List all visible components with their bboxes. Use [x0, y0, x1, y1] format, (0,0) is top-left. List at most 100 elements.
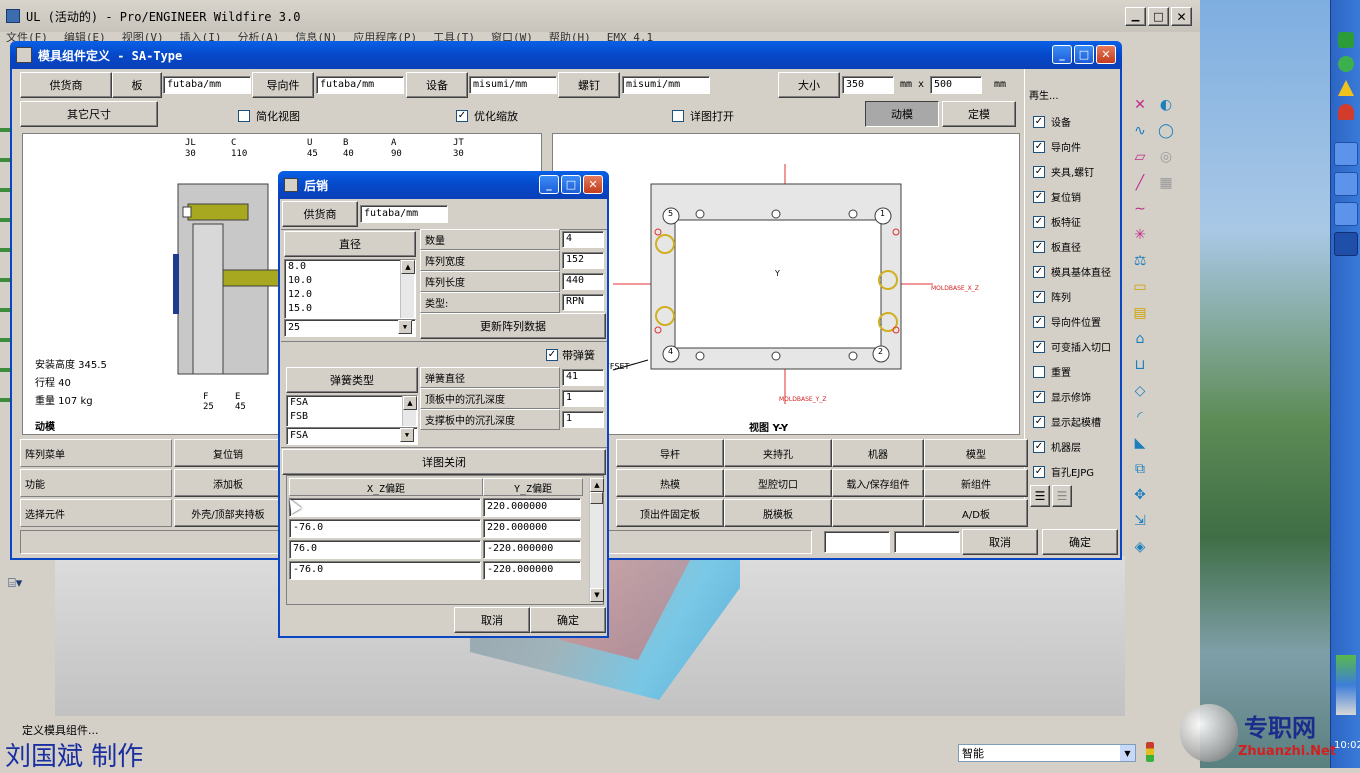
mold-cancel-button[interactable]: 取消	[962, 529, 1038, 555]
regen-item[interactable]: ✓ 盲孔EJPG	[1033, 459, 1111, 484]
size-button[interactable]: 大小	[778, 72, 840, 98]
checkbox-icon[interactable]: ✓	[1033, 190, 1045, 203]
list-item[interactable]: FSA	[287, 396, 417, 410]
detail-open-toggle[interactable]: 详图打开	[672, 108, 734, 124]
tray-icon-refresh[interactable]	[1338, 56, 1354, 72]
diameter-list[interactable]: 8.0 10.0 12.0 15.0	[284, 259, 416, 319]
menu-button[interactable]: 新组件	[924, 469, 1028, 497]
table-cell[interactable]: 76.0	[289, 540, 481, 559]
menu-button[interactable]: 脱模板	[724, 499, 832, 527]
close-button[interactable]: ✕	[1171, 7, 1192, 26]
menu-button[interactable]: 载入/保存组件	[832, 469, 924, 497]
mold-ok-button[interactable]: 确定	[1042, 529, 1118, 555]
regen-item[interactable]: ✓ 复位销	[1033, 184, 1111, 209]
tray-icon-mushroom[interactable]	[1338, 104, 1354, 120]
menu-button[interactable]: 导杆	[616, 439, 724, 467]
pin-cancel-button[interactable]: 取消	[454, 607, 530, 633]
scroll-up-icon[interactable]: ▲	[403, 396, 417, 410]
spring-type-select[interactable]: FSA ▼	[286, 427, 418, 445]
detail-close-button[interactable]: 详图关闭	[282, 449, 606, 475]
tray-icon-shield[interactable]	[1338, 32, 1354, 48]
size-width-field[interactable]: 350	[842, 76, 894, 94]
regen-item[interactable]: ✓ 模具基体直径	[1033, 259, 1111, 284]
pin-supplier-field[interactable]: futaba/mm	[360, 205, 448, 223]
menu-button[interactable]: 复位销	[174, 439, 282, 467]
equip-supplier-field[interactable]: misumi/mm	[469, 76, 557, 94]
filter-select[interactable]: 智能 ▼	[958, 744, 1136, 762]
grid-icon[interactable]: ▦	[1155, 174, 1177, 192]
revolve-icon[interactable]: ⌂	[1129, 330, 1151, 348]
update-array-button[interactable]: 更新阵列数据	[420, 313, 606, 339]
menu-button[interactable]: 模型	[924, 439, 1028, 467]
csys-icon[interactable]: ✳	[1129, 226, 1151, 244]
spline-icon[interactable]: ∼	[1129, 200, 1151, 218]
mirror-icon[interactable]: ⧉	[1129, 460, 1151, 478]
size-height-field[interactable]: 500	[930, 76, 982, 94]
minimize-button[interactable]: _	[539, 175, 559, 194]
spring-type-button[interactable]: 弹簧类型	[286, 367, 418, 393]
extrude-icon[interactable]: ▤	[1129, 304, 1151, 322]
list-item[interactable]: 15.0	[285, 302, 415, 316]
checkbox-icon[interactable]: ✓	[1033, 465, 1045, 478]
list-item[interactable]: 8.0	[285, 260, 415, 274]
pattern-icon[interactable]: ⇲	[1129, 512, 1151, 530]
minimize-button[interactable]: _	[1052, 45, 1072, 64]
menu-button[interactable]: 热模	[616, 469, 724, 497]
supplier-button[interactable]: 供货商	[20, 72, 112, 98]
field-value[interactable]: 152	[562, 252, 604, 269]
field-value[interactable]: 4	[562, 231, 604, 248]
field-value[interactable]: RPN	[562, 294, 604, 311]
menu-button[interactable]: A/D板	[924, 499, 1028, 527]
detail-view-icon[interactable]: ☰	[1052, 485, 1072, 507]
taskbar-app-4[interactable]	[1334, 232, 1358, 256]
chevron-down-icon[interactable]: ▼	[1120, 745, 1135, 761]
analysis-icon[interactable]: ⚖	[1129, 252, 1151, 270]
regen-item[interactable]: ✓ 阵列	[1033, 284, 1111, 309]
maximize-button[interactable]: □	[1148, 7, 1169, 26]
guide-button[interactable]: 导向件	[252, 72, 314, 98]
table-cell[interactable]: -220.000000	[483, 561, 581, 580]
plane-icon[interactable]: ▱	[1129, 148, 1151, 166]
table-cell[interactable]: 220.000000	[483, 519, 581, 538]
maximize-button[interactable]: □	[561, 175, 581, 194]
regen-item[interactable]: ✓ 板直径	[1033, 234, 1111, 259]
sketch-icon[interactable]: ◯	[1155, 122, 1177, 140]
curve-icon[interactable]: ∿	[1129, 122, 1151, 140]
moving-half-button[interactable]: 动模	[865, 101, 939, 127]
table-cell[interactable]: -76.0	[289, 519, 481, 538]
menu-button[interactable]: 型腔切口	[724, 469, 832, 497]
spring-type-list[interactable]: FSA FSB	[286, 395, 418, 427]
pin-ok-button[interactable]: 确定	[530, 607, 606, 633]
checkbox-icon[interactable]: ✓	[1033, 415, 1045, 428]
move-icon[interactable]: ✥	[1129, 486, 1151, 504]
checkbox-icon[interactable]: ✓	[1033, 290, 1045, 303]
diameter-select[interactable]: 25 ▼	[284, 319, 416, 337]
field-value[interactable]: 41	[562, 369, 604, 386]
arc-icon[interactable]: ◐	[1155, 96, 1177, 114]
regen-item[interactable]: ✓ 设备	[1033, 109, 1111, 134]
diameter-button[interactable]: 直径	[284, 231, 416, 257]
close-button[interactable]: ✕	[1096, 45, 1116, 64]
close-button[interactable]: ✕	[583, 175, 603, 194]
checkbox-icon[interactable]: ✓	[1033, 140, 1045, 153]
simplified-view-toggle[interactable]: 简化视图	[238, 108, 300, 124]
field-value[interactable]: 1	[562, 390, 604, 407]
equip-button[interactable]: 设备	[406, 72, 468, 98]
list-item[interactable]: 12.0	[285, 288, 415, 302]
optimize-zoom-toggle[interactable]: ✓ 优化缩放	[456, 108, 518, 124]
table-cell[interactable]: -220.000000	[483, 540, 581, 559]
taskbar-app-3[interactable]	[1334, 202, 1358, 226]
checkbox-icon[interactable]: ✓	[1033, 115, 1045, 128]
regen-item[interactable]: ✓ 夹具,螺钉	[1033, 159, 1111, 184]
maximize-button[interactable]: □	[1074, 45, 1094, 64]
surface-icon[interactable]: ◈	[1129, 538, 1151, 556]
axis-icon[interactable]: ╱	[1129, 174, 1151, 192]
pin-supplier-button[interactable]: 供货商	[282, 201, 358, 227]
regen-item[interactable]: ✓ 显示修饰	[1033, 384, 1111, 409]
checkbox-icon[interactable]: ✓	[1033, 240, 1045, 253]
screw-supplier-field[interactable]: misumi/mm	[622, 76, 710, 94]
checkbox-icon[interactable]: ✓	[1033, 390, 1045, 403]
checkbox-icon[interactable]: ✓	[546, 349, 558, 361]
scroll-up-icon[interactable]: ▲	[590, 478, 604, 492]
regen-item[interactable]: ✓ 导向件位置	[1033, 309, 1111, 334]
